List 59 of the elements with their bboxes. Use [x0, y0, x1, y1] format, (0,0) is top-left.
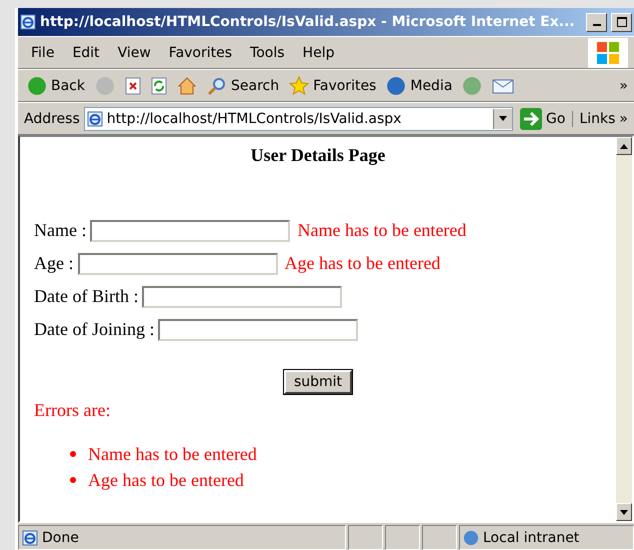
toolbar-button[interactable]: Media: [383, 74, 456, 98]
bullet-icon: [70, 477, 76, 483]
status-pane: [385, 525, 420, 550]
address-field[interactable]: http://localhost/HTMLControls/IsValid.aspx: [84, 106, 514, 130]
maximize-button[interactable]: [611, 12, 632, 32]
toolbar-button[interactable]: Search: [204, 74, 282, 98]
windows-logo-icon: [596, 40, 620, 64]
links-label[interactable]: Links: [572, 110, 616, 126]
more-chevron[interactable]: »: [619, 78, 628, 94]
error-list-item: Name has to be entered: [88, 443, 257, 466]
more-chevron[interactable]: »: [619, 110, 628, 126]
menu-item[interactable]: View: [110, 42, 158, 62]
scroll-down-button[interactable]: [616, 503, 632, 521]
status-text: Done: [42, 530, 79, 546]
field-label: Name :: [34, 220, 86, 241]
envelope-icon: [492, 76, 514, 94]
input-field[interactable]: [90, 220, 290, 242]
bullet-icon: [70, 451, 76, 457]
input-field[interactable]: [158, 318, 358, 340]
menu-item[interactable]: Favorites: [162, 42, 240, 62]
stop-icon: [125, 76, 141, 94]
page-heading: User Details Page: [250, 145, 386, 166]
refresh-icon: [151, 76, 167, 94]
caret-icon: [620, 510, 628, 514]
field-label: Date of Joining :: [34, 319, 154, 340]
browser-icon: [86, 110, 103, 126]
minimize-button[interactable]: [586, 12, 607, 32]
go-button[interactable]: Go: [517, 106, 568, 132]
caret-icon: [499, 116, 508, 121]
toolbar-button[interactable]: Favorites: [286, 74, 380, 98]
scroll-up-button[interactable]: [616, 137, 632, 155]
browser-icon: [22, 530, 38, 546]
browser-icon: [20, 14, 36, 30]
window-title: http://localhost/HTMLControls/IsValid.aspx - Microsoft Internet Ex...: [40, 14, 576, 30]
field-label: Date of Birth :: [34, 286, 138, 307]
menu-item[interactable]: Edit: [65, 42, 107, 62]
status-pane: [422, 525, 457, 550]
up-caret-icon: [620, 144, 628, 148]
field-label: Age :: [34, 253, 74, 274]
status-pane: [348, 525, 383, 550]
menu-item[interactable]: Tools: [243, 42, 292, 62]
error-message: Name has to be entered: [297, 220, 466, 241]
submit-button[interactable]: submit: [284, 370, 352, 394]
scrollbar[interactable]: [616, 137, 632, 521]
toolbar-button[interactable]: Back: [24, 74, 88, 98]
input-field[interactable]: [142, 286, 342, 308]
dropdown-button[interactable]: [493, 108, 512, 128]
error-message: Age has to be entered: [284, 253, 440, 274]
error-list-item: Age has to be entered: [88, 469, 244, 492]
zone-text: Local intranet: [483, 530, 580, 546]
search-icon: [207, 76, 227, 96]
errors-title: Errors are:: [34, 400, 112, 421]
maximize-icon: [616, 17, 626, 27]
address-label: Address: [24, 110, 80, 126]
house-icon: [177, 76, 197, 96]
menu-item[interactable]: Help: [296, 42, 342, 62]
star-icon: [289, 76, 310, 96]
input-field[interactable]: [78, 252, 278, 274]
menu-item[interactable]: File: [24, 42, 62, 62]
